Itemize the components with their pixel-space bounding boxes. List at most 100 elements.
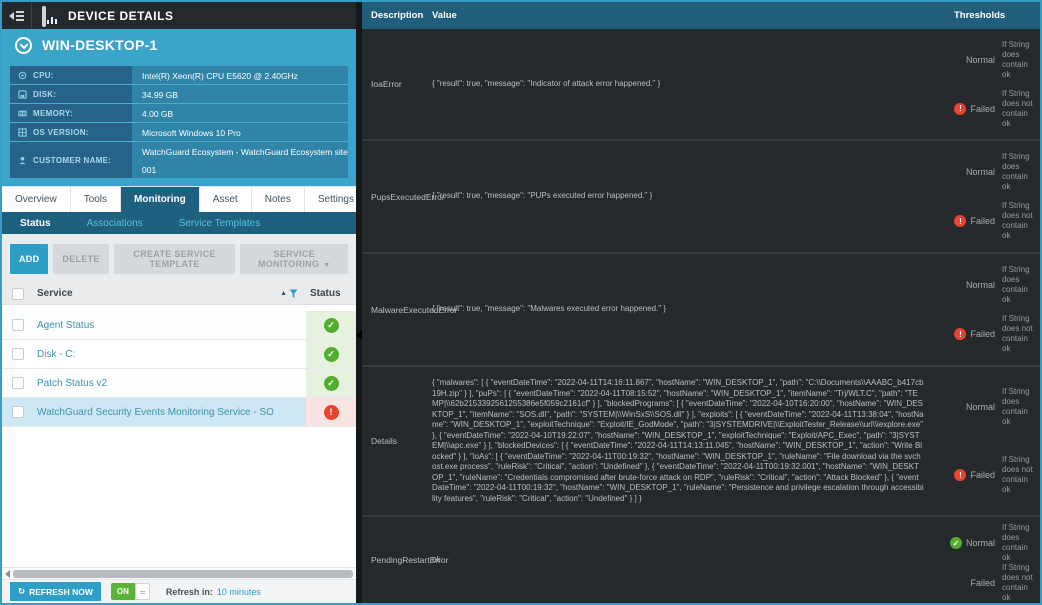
filter-funnel-icon[interactable] xyxy=(289,289,298,299)
info-label: DISK: xyxy=(33,90,56,99)
collapse-sidebar-button[interactable] xyxy=(2,2,32,29)
row-checkbox[interactable] xyxy=(12,319,24,331)
thresholds-cell: Normal If String does contain ok Failed … xyxy=(938,517,1040,603)
detail-value: { "result": true, "message": "Indicator … xyxy=(432,79,660,90)
threshold-state-label: Normal xyxy=(966,167,995,177)
service-row-agent-status[interactable]: Agent Status xyxy=(2,311,356,340)
service-link[interactable]: WatchGuard Security Events Monitoring Se… xyxy=(24,407,306,418)
service-link[interactable]: Patch Status v2 xyxy=(24,378,306,389)
thresholds-cell: Normal If String does contain ok Failed … xyxy=(938,254,1040,365)
threshold-condition: If String does contain ok xyxy=(1002,265,1038,305)
panel-collapse-arrow-icon[interactable] xyxy=(356,330,362,340)
threshold-failed: Failed If String does not contain ok xyxy=(938,201,1038,241)
scroll-left-arrow-icon[interactable] xyxy=(5,570,10,578)
monitor-detail-panel: Description Value Thresholds IoaError { … xyxy=(362,2,1040,603)
status-failed-icon xyxy=(324,405,339,420)
threshold-normal: Normal If String does contain ok xyxy=(938,265,1038,305)
threshold-state-label: Failed xyxy=(970,470,995,480)
detail-row-malwareexecutederror: MalwareExecutedError { "result": true, "… xyxy=(362,254,1040,367)
threshold-normal: Normal If String does contain ok xyxy=(938,152,1038,192)
threshold-normal: Normal If String does contain ok xyxy=(938,523,1038,563)
add-button[interactable]: ADD xyxy=(10,244,48,274)
service-list: Agent Status Disk - C: Patch Status v2 xyxy=(2,311,356,567)
refresh-in-value: 10 minutes xyxy=(217,587,261,597)
info-label: CPU: xyxy=(33,71,54,80)
device-monitor-icon xyxy=(42,8,60,23)
service-link[interactable]: Disk - C: xyxy=(24,349,306,360)
thresholds-cell: Normal If String does contain ok Failed … xyxy=(938,29,1040,139)
select-all-checkbox[interactable] xyxy=(12,288,24,300)
threshold-normal: Normal If String does contain ok xyxy=(938,387,1038,427)
tab-overview[interactable]: Overview xyxy=(2,187,71,212)
collapse-menu-icon xyxy=(9,11,24,21)
info-label: CUSTOMER NAME: xyxy=(33,156,111,165)
row-checkbox[interactable] xyxy=(12,348,24,360)
delete-button[interactable]: DELETE xyxy=(53,244,108,274)
refresh-footer: ↻ REFRESH NOW ON Refresh in: 10 minutes xyxy=(2,579,356,603)
threshold-state-label: Failed xyxy=(970,329,995,339)
scrollbar-thumb[interactable] xyxy=(13,570,353,578)
status-ok-icon xyxy=(324,347,339,362)
detail-description: MalwareExecutedError xyxy=(362,254,432,365)
threshold-state-label: Failed xyxy=(970,104,995,114)
status-ok-icon xyxy=(324,318,339,333)
toggle-knob[interactable] xyxy=(135,583,150,600)
device-name-bar: WIN-DESKTOP-1 xyxy=(2,29,356,61)
chevron-down-icon: ▼ xyxy=(323,262,330,269)
subtab-status[interactable]: Status xyxy=(2,218,69,229)
chevron-down-circle-icon[interactable] xyxy=(15,37,32,54)
auto-refresh-toggle[interactable]: ON xyxy=(111,583,150,600)
threshold-failed: Failed If String does not contain ok xyxy=(938,563,1038,603)
device-name: WIN-DESKTOP-1 xyxy=(42,37,158,53)
subtab-bar: Status Associations Service Templates xyxy=(2,212,356,234)
refresh-now-button[interactable]: ↻ REFRESH NOW xyxy=(10,582,101,601)
device-info-row-customer: CUSTOMER NAME: WatchGuard Ecosystem - Wa… xyxy=(10,142,348,179)
device-info-row-os: OS VERSION: Microsoft Windows 10 Pro xyxy=(10,123,348,142)
detail-description: Details xyxy=(362,367,432,515)
service-row-disk-c[interactable]: Disk - C: xyxy=(2,340,356,369)
tab-monitoring[interactable]: Monitoring xyxy=(121,187,200,212)
service-row-patch-status[interactable]: Patch Status v2 xyxy=(2,369,356,398)
create-service-template-button[interactable]: CREATE SERVICE TEMPLATE xyxy=(114,244,236,274)
threshold-condition: If String does contain ok xyxy=(1002,523,1038,563)
detail-value: { "result": true, "message": "PUPs execu… xyxy=(432,191,652,202)
row-checkbox[interactable] xyxy=(12,406,24,418)
service-column-header: Service xyxy=(37,288,73,299)
tab-tools[interactable]: Tools xyxy=(71,187,121,212)
refresh-now-label: REFRESH NOW xyxy=(29,587,93,597)
detail-row-details: Details { "malwares": [ { "eventDateTime… xyxy=(362,367,1040,517)
threshold-failed-icon xyxy=(954,469,966,481)
detail-description: IoaError xyxy=(362,29,432,139)
tab-notes[interactable]: Notes xyxy=(252,187,305,212)
threshold-normal: Normal If String does contain ok xyxy=(938,40,1038,80)
threshold-state-label: Failed xyxy=(970,578,995,588)
horizontal-scrollbar[interactable] xyxy=(2,567,356,579)
service-row-watchguard-selected[interactable]: WatchGuard Security Events Monitoring Se… xyxy=(2,398,356,427)
info-label: OS VERSION: xyxy=(33,128,89,137)
sort-asc-icon[interactable]: ▲ xyxy=(280,290,287,297)
service-table-header: Service ▲ Status xyxy=(2,283,356,305)
subtab-service-templates[interactable]: Service Templates xyxy=(161,218,279,229)
os-windows-icon xyxy=(18,128,27,137)
customer-name-value: WatchGuard Ecosystem - WatchGuard Ecosys… xyxy=(142,147,348,175)
detail-description: PupsExecutedError xyxy=(362,141,432,252)
service-link[interactable]: Agent Status xyxy=(24,320,306,331)
page-title: DEVICE DETAILS xyxy=(68,9,173,23)
monitor-detail-rows: IoaError { "result": true, "message": "I… xyxy=(362,29,1040,603)
memory-icon xyxy=(18,109,27,118)
subtab-associations[interactable]: Associations xyxy=(69,218,161,229)
toggle-on-label: ON xyxy=(111,583,135,600)
row-checkbox[interactable] xyxy=(12,377,24,389)
tab-settings[interactable]: Settings xyxy=(305,187,356,212)
os-version-value: Microsoft Windows 10 Pro xyxy=(142,128,241,138)
panel-divider[interactable] xyxy=(356,2,362,603)
disk-value: 34.99 GB xyxy=(142,90,178,100)
threshold-state-label: Normal xyxy=(966,55,995,65)
threshold-condition: If String does contain ok xyxy=(1002,40,1038,80)
status-cell xyxy=(306,398,356,426)
cpu-value: Intel(R) Xeon(R) CPU E5620 @ 2.40GHz xyxy=(142,71,298,81)
detail-row-pupsexecutederror: PupsExecutedError { "result": true, "mes… xyxy=(362,141,1040,254)
service-monitoring-dropdown[interactable]: SERVICE MONITORING▼ xyxy=(240,244,348,274)
tab-asset[interactable]: Asset xyxy=(200,187,252,212)
customer-person-icon xyxy=(18,156,27,165)
